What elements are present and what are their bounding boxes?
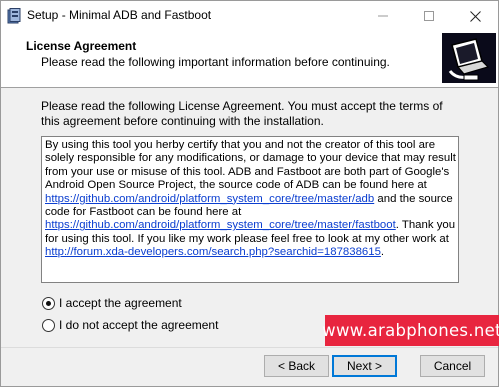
setup-window: Setup - Minimal ADB and Fastboot License…	[0, 0, 499, 387]
installer-computer-icon	[442, 33, 496, 83]
accept-agreement-option[interactable]: I accept the agreement	[42, 296, 182, 310]
maximize-icon	[424, 11, 434, 21]
decline-agreement-option[interactable]: I do not accept the agreement	[42, 318, 218, 332]
page-subtitle: Please read the following important info…	[41, 55, 390, 69]
next-button[interactable]: Next >	[332, 355, 397, 377]
xda-profile-link[interactable]: http://forum.xda-developers.com/search.p…	[45, 246, 381, 258]
minimize-icon	[378, 15, 388, 17]
license-body: By using this tool you herby certify tha…	[45, 139, 457, 260]
license-paragraph-4: .	[380, 246, 385, 259]
page-title: License Agreement	[26, 39, 137, 53]
minimize-button[interactable]	[360, 1, 406, 31]
license-text-box[interactable]: By using this tool you herby certify tha…	[41, 136, 459, 283]
fastboot-source-link[interactable]: https://github.com/android/platform_syst…	[45, 219, 396, 231]
decline-label[interactable]: I do not accept the agreement	[59, 318, 218, 332]
cancel-button[interactable]: Cancel	[420, 355, 485, 377]
page-header: License Agreement Please read the follow…	[1, 31, 498, 88]
close-icon	[469, 10, 481, 22]
decline-radio[interactable]	[42, 318, 55, 332]
watermark-badge: www.arabphones.net	[322, 315, 499, 346]
license-intro-text: Please read the following License Agreem…	[41, 99, 443, 128]
accept-radio[interactable]	[42, 296, 55, 310]
close-button[interactable]	[452, 1, 498, 31]
adb-source-link[interactable]: https://github.com/android/platform_syst…	[45, 193, 374, 205]
footer-divider	[1, 347, 498, 348]
accept-label[interactable]: I accept the agreement	[59, 296, 182, 310]
installer-app-icon	[7, 8, 21, 24]
maximize-button[interactable]	[406, 1, 452, 31]
window-title: Setup - Minimal ADB and Fastboot	[27, 8, 212, 22]
license-paragraph-1: By using this tool you herby certify tha…	[45, 139, 456, 192]
title-bar[interactable]: Setup - Minimal ADB and Fastboot	[1, 1, 498, 31]
back-button[interactable]: < Back	[264, 355, 329, 377]
